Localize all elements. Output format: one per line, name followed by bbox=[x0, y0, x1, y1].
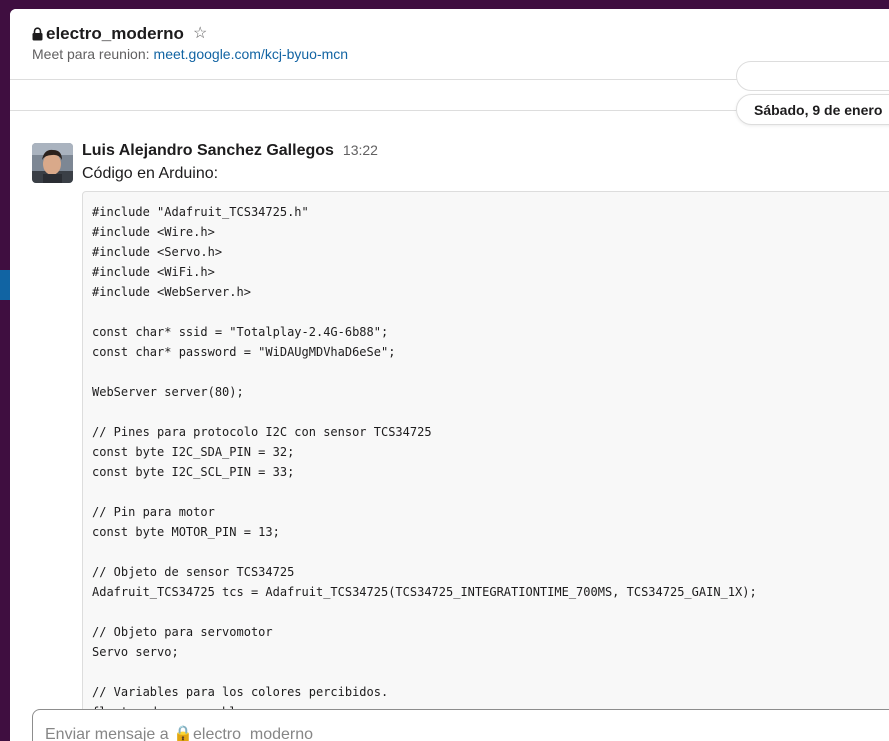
code-line: // Objeto para servomotor bbox=[92, 625, 273, 639]
channel-name[interactable]: electro_moderno bbox=[46, 24, 184, 44]
date-divider-pill[interactable]: Sábado, 9 de enero ⌄ bbox=[736, 94, 889, 125]
topic-link[interactable]: meet.google.com/kcj-byuo-mcn bbox=[154, 46, 349, 62]
code-line: const byte I2C_SCL_PIN = 33; bbox=[92, 465, 295, 479]
code-line: // Variables para los colores percibidos… bbox=[92, 685, 389, 699]
topic-label: Meet para reunion: bbox=[32, 46, 150, 62]
code-line: const char* password = "WiDAUgMDVhaD6eSe… bbox=[92, 345, 396, 359]
channel-view: electro_moderno ☆ Meet para reunion: meet… bbox=[10, 9, 889, 741]
code-line: Servo servo; bbox=[92, 645, 179, 659]
top-bar-edge bbox=[10, 0, 889, 9]
code-line: #include <WebServer.h> bbox=[92, 285, 251, 299]
message-header: Luis Alejandro Sanchez Gallegos 13:22 bbox=[82, 142, 378, 160]
code-line: #include <Servo.h> bbox=[92, 245, 223, 259]
code-line: // Objeto de sensor TCS34725 bbox=[92, 565, 295, 579]
avatar[interactable] bbox=[32, 143, 73, 183]
code-line: const char* ssid = "Totalplay-2.4G-6b88"… bbox=[92, 325, 389, 339]
workspace-sidebar-edge bbox=[0, 0, 10, 741]
message-text: Código en Arduino: bbox=[82, 165, 219, 182]
previous-date-pill[interactable] bbox=[736, 61, 889, 91]
message-timestamp[interactable]: 13:22 bbox=[343, 142, 378, 158]
code-block: #include "Adafruit_TCS34725.h" #include <… bbox=[82, 191, 889, 733]
lock-icon bbox=[32, 27, 43, 41]
code-line: // Pin para motor bbox=[92, 505, 215, 519]
code-line: Adafruit_TCS34725 tcs = Adafruit_TCS3472… bbox=[92, 585, 757, 599]
message-input[interactable] bbox=[45, 724, 745, 741]
channel-title-row[interactable]: electro_moderno ☆ bbox=[32, 23, 207, 45]
code-line: WebServer server(80); bbox=[92, 385, 244, 399]
code-lines: #include "Adafruit_TCS34725.h" #include <… bbox=[92, 202, 757, 722]
message-composer bbox=[32, 709, 889, 741]
code-line: #include "Adafruit_TCS34725.h" bbox=[92, 205, 309, 219]
date-label: Sábado, 9 de enero bbox=[754, 101, 883, 118]
active-channel-indicator bbox=[0, 270, 10, 300]
code-line: const byte MOTOR_PIN = 13; bbox=[92, 525, 280, 539]
code-line: #include <WiFi.h> bbox=[92, 265, 215, 279]
code-line: // Pines para protocolo I2C con sensor T… bbox=[92, 425, 432, 439]
star-icon[interactable]: ☆ bbox=[193, 26, 207, 42]
code-line: #include <Wire.h> bbox=[92, 225, 215, 239]
channel-topic: Meet para reunion: meet.google.com/kcj-by… bbox=[32, 46, 348, 62]
sender-name[interactable]: Luis Alejandro Sanchez Gallegos bbox=[82, 142, 334, 160]
code-line: const byte I2C_SDA_PIN = 32; bbox=[92, 445, 295, 459]
